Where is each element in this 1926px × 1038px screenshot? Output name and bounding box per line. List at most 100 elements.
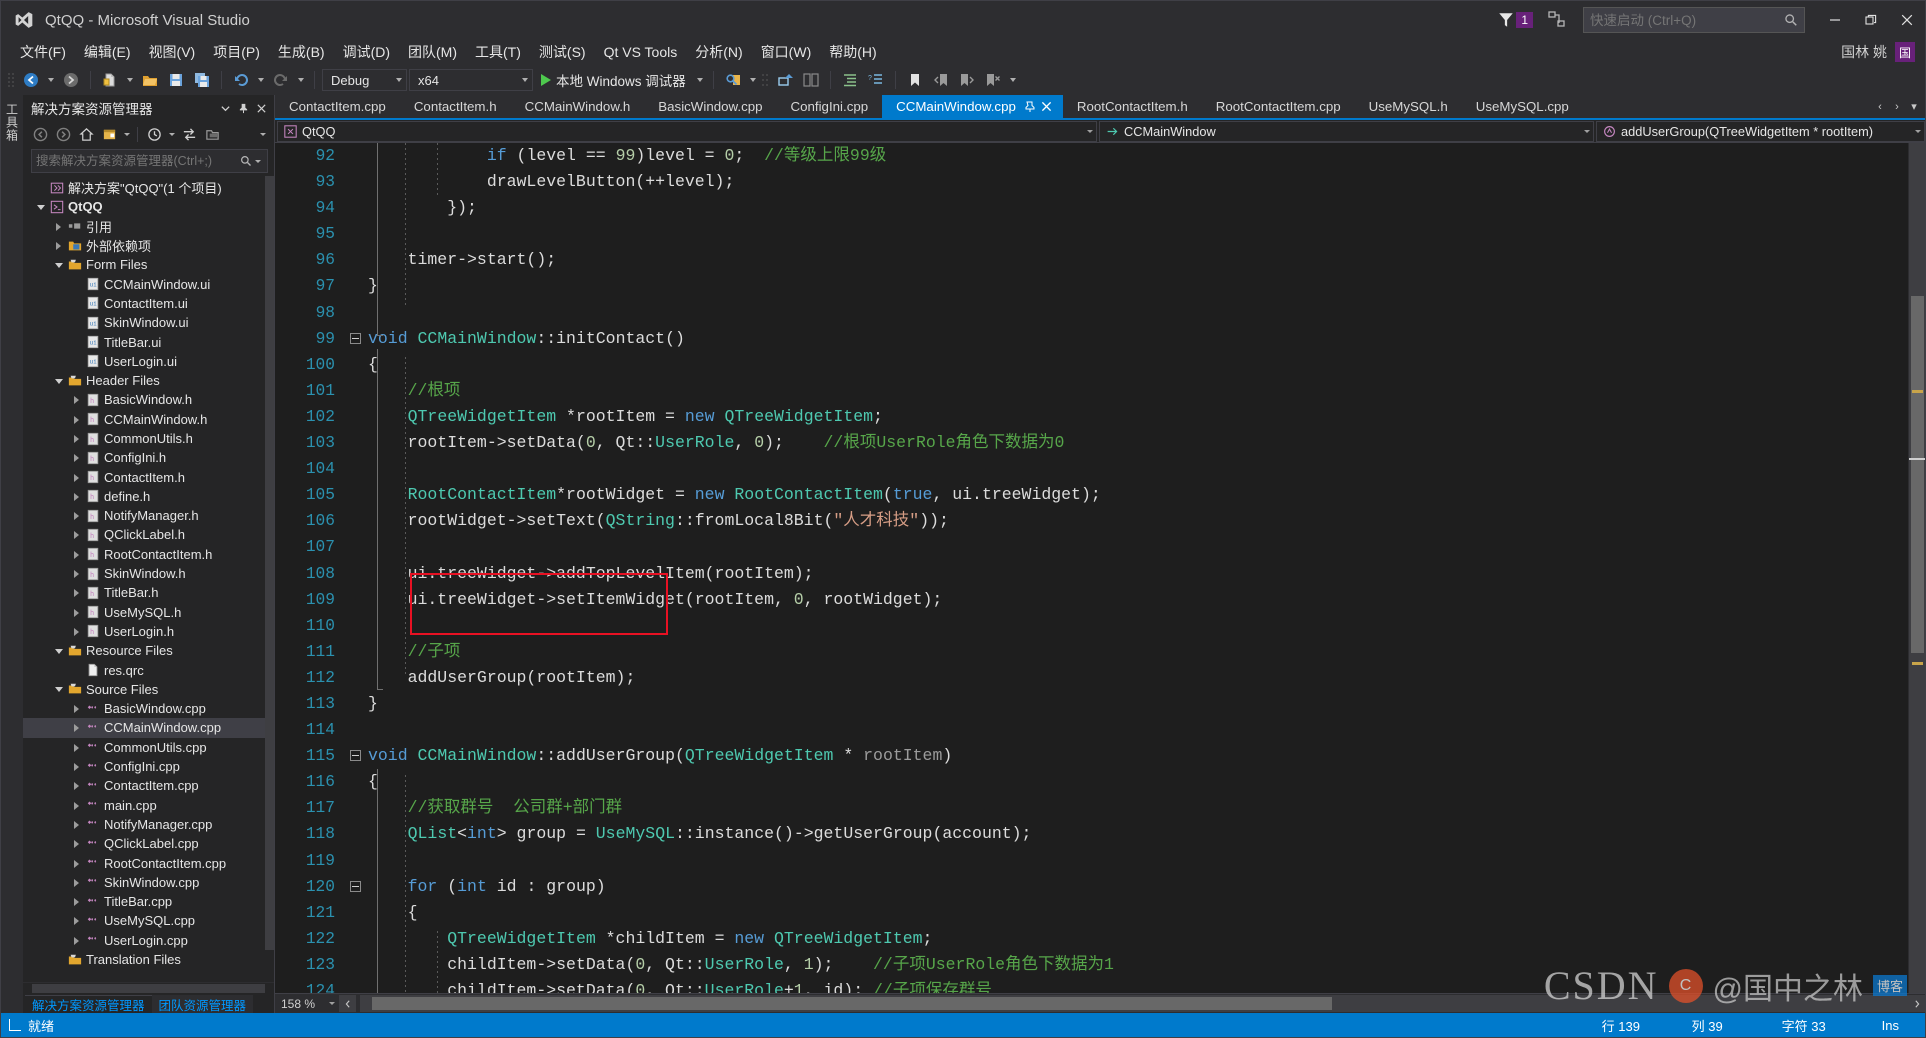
- code-text[interactable]: timer->start();: [368, 247, 1908, 273]
- menu-build[interactable]: 生成(B): [269, 40, 334, 64]
- menu-tools[interactable]: 工具(T): [466, 40, 530, 64]
- code-line[interactable]: 115 void CCMainWindow::addUserGroup(QTree…: [285, 743, 1908, 769]
- document-tab-contactitem-cpp[interactable]: ContactItem.cpp: [275, 95, 400, 118]
- menu-view[interactable]: 视图(V): [140, 40, 205, 64]
- tab-team-explorer[interactable]: 团队资源管理器: [151, 995, 254, 1013]
- document-tab-configini-cpp[interactable]: ConfigIni.cpp: [776, 95, 883, 118]
- chevron-right-icon[interactable]: [71, 818, 83, 830]
- code-text[interactable]: drawLevelButton(++level);: [368, 169, 1908, 195]
- tree-item-rootcontactitem-cpp[interactable]: RootContactItem.cpp: [23, 853, 274, 872]
- tree-item-skinwindow-cpp[interactable]: SkinWindow.cpp: [23, 873, 274, 892]
- tree-item-commonutils-h[interactable]: h CommonUtils.h: [23, 429, 274, 448]
- chevron-right-icon[interactable]: ›: [1890, 96, 1904, 118]
- navigate-forward-button[interactable]: [59, 68, 83, 92]
- chevron-down-icon[interactable]: [53, 683, 65, 695]
- code-line[interactable]: 118 QList<int> group = UseMySQL::instanc…: [285, 821, 1908, 847]
- code-text[interactable]: if (level == 99)level = 0; //等级上限99级: [368, 143, 1908, 169]
- code-text[interactable]: {: [368, 769, 1908, 795]
- close-icon[interactable]: [252, 98, 270, 118]
- menu-analyze[interactable]: 分析(N): [686, 40, 751, 64]
- code-line[interactable]: 97}: [285, 273, 1908, 299]
- forward-button[interactable]: [52, 123, 74, 145]
- scrollbar-thumb[interactable]: [265, 176, 274, 950]
- account-area[interactable]: 国林 姚 国: [1841, 42, 1925, 62]
- chevron-right-icon[interactable]: [71, 741, 83, 753]
- scrollbar-thumb[interactable]: [1911, 296, 1924, 653]
- chevron-right-icon[interactable]: [71, 548, 83, 560]
- code-line[interactable]: 99 void CCMainWindow::initContact(): [285, 326, 1908, 352]
- toolbar-grip-icon[interactable]: [7, 71, 15, 89]
- tree-item-qtqq[interactable]: QtQQ: [23, 197, 274, 216]
- tree-item-usemysql-cpp[interactable]: UseMySQL.cpp: [23, 911, 274, 930]
- search-input[interactable]: [36, 154, 240, 168]
- new-item-button[interactable]: [98, 68, 122, 92]
- document-tab-usemysql-cpp[interactable]: UseMySQL.cpp: [1461, 95, 1583, 118]
- code-text[interactable]: ui.treeWidget->setItemWidget(rootItem, 0…: [368, 587, 1908, 613]
- navigate-back-dropdown[interactable]: [45, 68, 57, 92]
- tree-item-qclicklabel-cpp[interactable]: QClickLabel.cpp: [23, 834, 274, 853]
- toggle-bookmark-button[interactable]: [903, 68, 927, 92]
- code-line[interactable]: 107: [285, 534, 1908, 560]
- compare-button[interactable]: [799, 68, 823, 92]
- tree-item-usemysql-h[interactable]: h UseMySQL.h: [23, 603, 274, 622]
- search-dropdown[interactable]: [252, 150, 263, 172]
- code-line[interactable]: 117 //获取群号 公司群+部门群: [285, 795, 1908, 821]
- code-line[interactable]: 109 ui.treeWidget->setItemWidget(rootIte…: [285, 587, 1908, 613]
- close-icon[interactable]: [1040, 100, 1054, 114]
- document-tab-rootcontactitem-h[interactable]: RootContactItem.h: [1062, 95, 1202, 118]
- pin-icon[interactable]: [1024, 100, 1037, 113]
- chevron-right-icon[interactable]: [71, 896, 83, 908]
- chevron-right-icon[interactable]: [71, 625, 83, 637]
- code-editor[interactable]: 92 if (level == 99)level = 0; //等级上限99级 9…: [275, 143, 1925, 993]
- project-selector[interactable]: QtQQ: [277, 120, 1097, 142]
- code-line[interactable]: 112 addUserGroup(rootItem);: [285, 665, 1908, 691]
- code-text[interactable]: ui.treeWidget->addTopLevelItem(rootItem)…: [368, 561, 1908, 587]
- code-line[interactable]: 106 rootWidget->setText(QString::fromLoc…: [285, 508, 1908, 534]
- code-text[interactable]: childItem->setData(0, Qt::UserRole+1, id…: [368, 978, 1908, 993]
- solution-configuration-combo[interactable]: Debug: [322, 69, 407, 91]
- document-tab-ccmainwindow-h[interactable]: CCMainWindow.h: [510, 95, 645, 118]
- start-debugging-button[interactable]: 本地 Windows 调试器: [535, 68, 692, 92]
- zoom-level-combo[interactable]: 158 %: [277, 995, 339, 1013]
- chevron-down-icon[interactable]: [53, 375, 65, 387]
- chevron-right-icon[interactable]: [71, 703, 83, 715]
- code-text[interactable]: childItem->setData(0, Qt::UserRole, 1); …: [368, 952, 1908, 978]
- tree-item-res-qrc[interactable]: res.qrc: [23, 660, 274, 679]
- menu-debug[interactable]: 调试(D): [334, 40, 399, 64]
- editor-horizontal-scrollbar[interactable]: [360, 995, 1908, 1012]
- code-text[interactable]: rootItem->setData(0, Qt::UserRole, 0); /…: [368, 430, 1908, 456]
- tab-list-icon[interactable]: ▾: [1907, 96, 1921, 118]
- previous-bookmark-button[interactable]: [929, 68, 953, 92]
- document-tab-rootcontactitem-cpp[interactable]: RootContactItem.cpp: [1201, 95, 1355, 118]
- tree-item-contactitem-ui[interactable]: ui ContactItem.ui: [23, 294, 274, 313]
- tree-item-configini-h[interactable]: h ConfigIni.h: [23, 448, 274, 467]
- solution-tree-hscrollbar[interactable]: [23, 982, 274, 993]
- notifications-button[interactable]: 1: [1497, 11, 1533, 29]
- chevron-right-icon[interactable]: [71, 471, 83, 483]
- tree-item-userlogin-ui[interactable]: ui UserLogin.ui: [23, 352, 274, 371]
- tree-item-contactitem-cpp[interactable]: ContactItem.cpp: [23, 776, 274, 795]
- tree-item-[interactable]: 外部依赖项: [23, 236, 274, 255]
- undo-dropdown[interactable]: [255, 68, 267, 92]
- tree-item-resource-files[interactable]: Resource Files: [23, 641, 274, 660]
- chevron-right-icon[interactable]: [71, 490, 83, 502]
- document-tab-ccmainwindow-cpp[interactable]: CCMainWindow.cpp: [882, 95, 1063, 118]
- chevron-down-icon[interactable]: [216, 98, 234, 118]
- tree-item-source-files[interactable]: Source Files: [23, 680, 274, 699]
- back-button[interactable]: [29, 123, 51, 145]
- collapse-region-icon[interactable]: [350, 880, 361, 892]
- code-text[interactable]: for (int id : group): [368, 874, 1908, 900]
- code-line[interactable]: 100 {: [285, 352, 1908, 378]
- member-selector[interactable]: addUserGroup(QTreeWidgetItem * rootItem): [1596, 120, 1925, 142]
- toolbar-grip-icon[interactable]: [761, 71, 769, 89]
- chevron-right-icon[interactable]: [53, 220, 65, 232]
- step-into-button[interactable]: [773, 68, 797, 92]
- menu-project[interactable]: 项目(P): [204, 40, 269, 64]
- code-line[interactable]: 111 //子项: [285, 639, 1908, 665]
- code-line[interactable]: 95: [285, 221, 1908, 247]
- class-selector[interactable]: CCMainWindow: [1099, 120, 1594, 142]
- solution-platform-combo[interactable]: x64: [409, 69, 533, 91]
- code-text[interactable]: //子项: [368, 639, 1908, 665]
- chevron-right-icon[interactable]: [71, 510, 83, 522]
- quick-launch-box[interactable]: [1583, 7, 1805, 33]
